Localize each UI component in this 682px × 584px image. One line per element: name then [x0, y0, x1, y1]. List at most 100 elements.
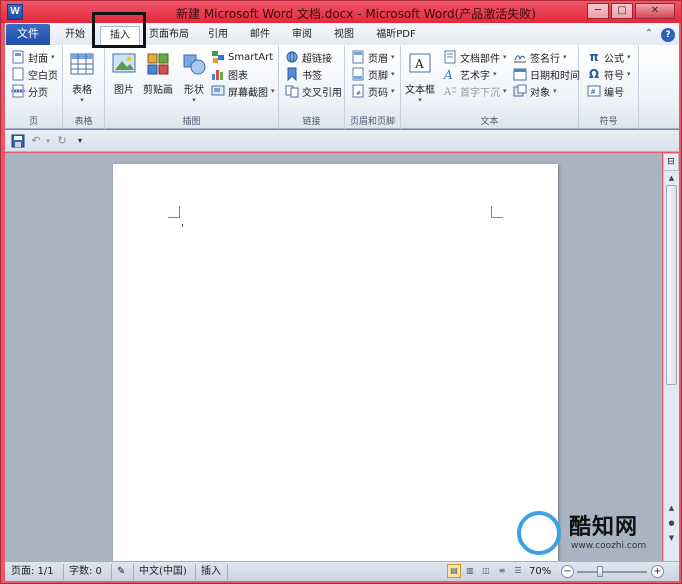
tab-foxit-pdf[interactable]: 福昕PDF — [369, 26, 423, 45]
hyperlink-button[interactable]: 超链接 — [285, 49, 332, 65]
vertical-scrollbar[interactable]: ▲ ▲ ● ▼ — [663, 171, 679, 561]
status-separator — [195, 564, 196, 580]
clipart-label: 剪贴画 — [143, 85, 173, 96]
page-break-button[interactable]: 分页 — [11, 83, 48, 99]
status-page[interactable]: 页面: 1/1 — [11, 565, 54, 579]
textbox-label: 文本框 — [405, 85, 435, 96]
zoom-in-button[interactable]: + — [651, 565, 664, 578]
header-button[interactable]: 页眉 ▾ — [351, 49, 395, 65]
group-label-symbols: 符号 — [599, 117, 618, 127]
object-button[interactable]: 对象 ▾ — [513, 83, 557, 99]
picture-label: 图片 — [114, 85, 134, 96]
group-illustrations: 图片 剪贴画 形状 ▾ SmartArt 图表 屏幕截图 ▾ 插图 — [105, 45, 279, 129]
redo-icon[interactable]: ↻ — [55, 134, 69, 148]
print-layout-view-icon[interactable]: ▤ — [447, 564, 461, 578]
margin-mark-top-right — [491, 206, 503, 218]
picture-icon — [111, 51, 137, 77]
bookmark-button[interactable]: 书签 — [285, 66, 322, 82]
screenshot-button[interactable]: 屏幕截图 ▾ — [211, 83, 275, 99]
group-text: A 文本框 ▾ 文档部件 ▾ A 艺术字 ▾ A 首字下沉 ▾ 签名行 ▾ 日期… — [401, 45, 580, 129]
tab-file[interactable]: 文件 — [6, 24, 50, 45]
save-icon[interactable] — [11, 134, 25, 148]
coozhi-logo-icon — [517, 511, 561, 555]
zoom-slider-thumb[interactable] — [597, 566, 604, 577]
proofing-icon[interactable]: ✎ — [117, 565, 125, 579]
tab-insert[interactable]: 插入 — [100, 26, 140, 45]
minimize-button[interactable]: ─ — [587, 3, 609, 19]
page-break-label: 分页 — [28, 87, 48, 99]
cross-reference-button[interactable]: 交叉引用 — [285, 83, 342, 99]
footer-icon — [351, 67, 365, 81]
table-icon — [69, 51, 95, 77]
screenshot-label: 屏幕截图 — [228, 87, 268, 99]
picture-button[interactable]: 图片 — [111, 51, 137, 96]
zoom-level[interactable]: 70% — [529, 565, 551, 579]
symbol-button[interactable]: Ω 符号 ▾ — [587, 66, 631, 82]
draft-view-icon[interactable]: ☰ — [511, 564, 525, 578]
hyperlink-icon — [285, 50, 299, 64]
wordart-button[interactable]: A 艺术字 ▾ — [443, 66, 497, 82]
quick-access-toolbar: ↶ ▾ ↻ ▾ — [5, 130, 679, 152]
status-separator — [133, 564, 134, 580]
table-label: 表格 — [72, 85, 92, 96]
customize-qat-icon[interactable]: ▾ — [73, 134, 87, 148]
group-symbols: π 公式 ▾ Ω 符号 ▾ # 编号 符号 — [579, 45, 639, 129]
shapes-button[interactable]: 形状 ▾ — [181, 51, 207, 104]
tabrow-icons: ⌃ ? — [643, 28, 675, 42]
tab-page-layout[interactable]: 页面布局 — [145, 26, 193, 45]
footer-button[interactable]: 页脚 ▾ — [351, 66, 395, 82]
chart-button[interactable]: 图表 — [211, 66, 248, 82]
help-icon[interactable]: ? — [661, 28, 675, 42]
group-label-text: 文本 — [480, 117, 499, 127]
ruler-toggle-icon[interactable]: ⊟ — [663, 153, 679, 171]
prev-page-icon[interactable]: ▲ — [664, 501, 679, 515]
cross-reference-icon — [285, 84, 299, 98]
scroll-up-icon[interactable]: ▲ — [664, 171, 679, 185]
minimize-ribbon-icon[interactable]: ⌃ — [643, 28, 655, 40]
drop-cap-button[interactable]: A 首字下沉 ▾ — [443, 83, 507, 99]
coozhi-watermark: 酷知网 www.coozhi.com — [513, 507, 663, 563]
status-insert-mode[interactable]: 插入 — [201, 565, 221, 579]
ribbon-tab-row: 文件 开始 插入 页面布局 引用 邮件 审阅 视图 福昕PDF ⌃ ? — [5, 23, 679, 45]
quick-parts-icon — [443, 50, 457, 64]
outline-view-icon[interactable]: ≡ — [495, 564, 509, 578]
blank-page-button[interactable]: 空白页 — [11, 66, 58, 82]
word-window: W 新建 Microsoft Word 文档.docx - Microsoft … — [0, 0, 682, 584]
status-language[interactable]: 中文(中国) — [139, 565, 187, 579]
svg-text:A: A — [443, 87, 452, 98]
next-page-icon[interactable]: ▼ — [664, 531, 679, 545]
numbering-button[interactable]: # 编号 — [587, 83, 624, 99]
clipart-button[interactable]: 剪贴画 — [143, 51, 173, 96]
scroll-thumb[interactable] — [666, 185, 677, 385]
tab-home[interactable]: 开始 — [57, 26, 93, 45]
status-word-count[interactable]: 字数: 0 — [69, 565, 102, 579]
group-label-header-footer: 页眉和页脚 — [349, 117, 395, 127]
equation-button[interactable]: π 公式 ▾ — [587, 49, 630, 65]
tab-view[interactable]: 视图 — [327, 26, 361, 45]
zoom-slider[interactable] — [577, 571, 647, 573]
signature-line-label: 签名行 — [530, 53, 560, 65]
full-screen-reading-icon[interactable]: ▥ — [463, 564, 477, 578]
document-page[interactable] — [113, 164, 558, 564]
signature-line-button[interactable]: 签名行 ▾ — [513, 49, 567, 65]
tab-mailings[interactable]: 邮件 — [243, 26, 277, 45]
textbox-button[interactable]: A 文本框 ▾ — [405, 51, 435, 104]
page-number-icon: # — [351, 84, 365, 98]
page-number-button[interactable]: # 页码 ▾ — [351, 83, 395, 99]
zoom-out-button[interactable]: − — [561, 565, 574, 578]
maximize-button[interactable]: □ — [611, 3, 633, 19]
quick-parts-button[interactable]: 文档部件 ▾ — [443, 49, 507, 65]
table-button[interactable]: 表格 ▾ — [69, 51, 95, 104]
undo-dropdown-icon[interactable]: ▾ — [41, 134, 55, 148]
cover-page-button[interactable]: 封面 ▾ — [11, 49, 55, 65]
tab-references[interactable]: 引用 — [201, 26, 235, 45]
web-layout-icon[interactable]: ◫ — [479, 564, 493, 578]
smartart-button[interactable]: SmartArt — [211, 49, 273, 65]
browse-object-icon[interactable]: ● — [664, 516, 679, 530]
date-time-button[interactable]: 日期和时间 — [513, 66, 580, 82]
tab-review[interactable]: 审阅 — [285, 26, 319, 45]
cover-page-icon — [11, 50, 25, 64]
header-label: 页眉 — [368, 53, 388, 65]
textbox-icon: A — [407, 51, 433, 77]
close-button[interactable]: ✕ — [635, 3, 675, 19]
